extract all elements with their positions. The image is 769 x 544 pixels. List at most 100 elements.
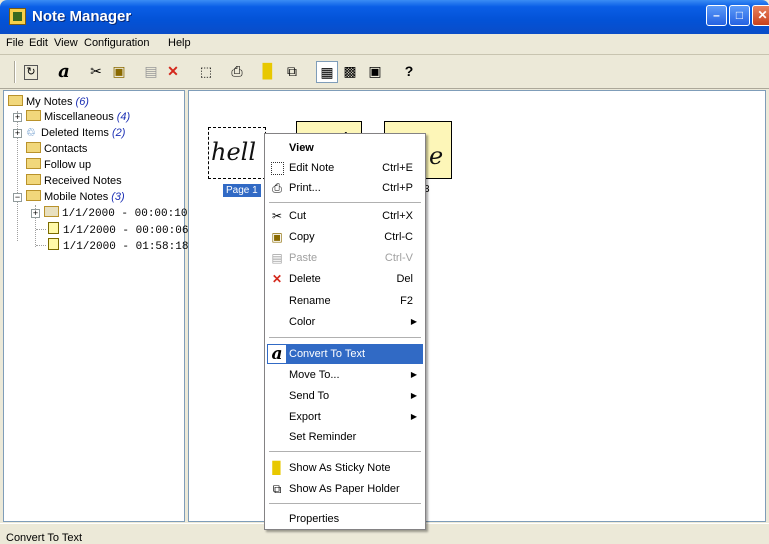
delete-icon[interactable]: ✕ bbox=[164, 63, 182, 80]
title-bar: Note Manager – □ ✕ bbox=[0, 0, 769, 34]
help-icon[interactable]: ? bbox=[400, 63, 418, 80]
print-icon[interactable]: ⎙ bbox=[228, 63, 246, 80]
menu-edit-note[interactable]: Edit Note Ctrl+E bbox=[267, 158, 423, 178]
folder-icon bbox=[26, 110, 41, 121]
tree-item-follow-up[interactable]: Follow up bbox=[26, 158, 91, 172]
close-button[interactable]: ✕ bbox=[752, 5, 769, 26]
expand-toggle[interactable]: + bbox=[31, 209, 40, 218]
menu-properties[interactable]: Properties bbox=[267, 509, 423, 529]
menu-paste[interactable]: ▤ Paste Ctrl-V bbox=[267, 248, 423, 268]
tree-item-note-2[interactable]: 1/1/2000 - 00:00:06 bbox=[48, 222, 188, 237]
submenu-arrow-icon: ▶ bbox=[410, 370, 417, 379]
menu-label: Set Reminder bbox=[289, 431, 357, 443]
tree-line bbox=[36, 229, 46, 230]
menu-print[interactable]: ⎙ Print... Ctrl+P bbox=[267, 178, 423, 198]
submenu-arrow-icon: ▶ bbox=[410, 412, 417, 421]
copy-icon[interactable]: ▣ bbox=[110, 63, 128, 80]
sticky-note-icon[interactable]: ▉ bbox=[259, 63, 277, 80]
paste-icon[interactable]: ▤ bbox=[142, 63, 160, 80]
sync-icon[interactable]: ↻ bbox=[24, 65, 38, 80]
thumbnail-view-icon[interactable]: ▦ bbox=[316, 61, 338, 83]
handwriting: hell bbox=[211, 138, 257, 166]
menu-header-view[interactable]: View bbox=[267, 138, 423, 158]
single-view-icon[interactable]: ▣ bbox=[366, 63, 384, 80]
app-icon bbox=[9, 8, 26, 25]
menu-set-reminder[interactable]: Set Reminder bbox=[267, 427, 423, 447]
toolbar-separator bbox=[14, 61, 16, 83]
menu-delete[interactable]: ✕ Delete Del bbox=[267, 269, 423, 289]
open-folder-icon bbox=[44, 206, 59, 217]
tree-item-label: Deleted Items bbox=[41, 127, 109, 139]
paper-holder-icon[interactable]: ⧉ bbox=[283, 63, 301, 80]
grid-view-icon[interactable]: ▩ bbox=[341, 63, 359, 80]
collapse-toggle[interactable]: − bbox=[13, 193, 22, 202]
menu-color[interactable]: Color ▶ bbox=[267, 312, 423, 332]
expand-toggle[interactable]: + bbox=[13, 113, 22, 122]
menu-show-as-paper-holder[interactable]: ⧉ Show As Paper Holder bbox=[267, 479, 423, 499]
tree-item-label: My Notes bbox=[26, 96, 73, 108]
menu-export[interactable]: Export ▶ bbox=[267, 407, 423, 427]
note-icon bbox=[48, 222, 59, 234]
menu-label: Send To bbox=[289, 390, 330, 402]
menu-copy[interactable]: ▣ Copy Ctrl-C bbox=[267, 227, 423, 247]
menu-label: Show As Sticky Note bbox=[289, 462, 391, 474]
menu-convert-to-text[interactable]: a Convert To Text bbox=[267, 344, 423, 364]
handwriting: e bbox=[429, 142, 444, 170]
cut-icon: ✂ bbox=[271, 209, 283, 223]
minimize-button[interactable]: – bbox=[706, 5, 727, 26]
menu-help[interactable]: Help bbox=[168, 37, 191, 49]
menu-cut[interactable]: ✂ Cut Ctrl+X bbox=[267, 206, 423, 226]
tree-item-note-1[interactable]: 1/1/2000 - 00:00:10 ( bbox=[44, 206, 201, 220]
menu-shortcut: Ctrl+E bbox=[382, 162, 413, 174]
note-icon bbox=[48, 238, 59, 250]
menu-label: Paste bbox=[289, 252, 318, 264]
menu-view[interactable]: View bbox=[54, 37, 78, 49]
expand-toggle[interactable]: + bbox=[13, 129, 22, 138]
window-title: Note Manager bbox=[32, 8, 132, 25]
note-thumbnail-1[interactable]: hell bbox=[208, 127, 266, 179]
tree-item-deleted-items[interactable]: ♲ Deleted Items (2) bbox=[26, 126, 125, 140]
menu-rename[interactable]: Rename F2 bbox=[267, 291, 423, 311]
maximize-button[interactable]: □ bbox=[729, 5, 750, 26]
tree-item-count: (3) bbox=[111, 191, 125, 203]
paper-holder-icon: ⧉ bbox=[272, 482, 282, 496]
recycle-icon: ♲ bbox=[26, 127, 36, 139]
tree-item-label: Contacts bbox=[44, 143, 88, 155]
tree-item-miscellaneous[interactable]: Miscellaneous (4) bbox=[26, 110, 130, 124]
tree-item-label: Received Notes bbox=[44, 175, 122, 187]
submenu-arrow-icon: ▶ bbox=[410, 391, 417, 400]
menu-move-to[interactable]: Move To... ▶ bbox=[267, 365, 423, 385]
tree-item-label: Mobile Notes bbox=[44, 191, 109, 203]
menu-separator bbox=[269, 337, 421, 338]
menu-label: Show As Paper Holder bbox=[289, 483, 400, 495]
menu-show-as-sticky-note[interactable]: ▉ Show As Sticky Note bbox=[267, 458, 423, 478]
tree-item-received-notes[interactable]: Received Notes bbox=[26, 174, 122, 188]
menu-label: Delete bbox=[289, 273, 321, 285]
menu-label: Export bbox=[289, 411, 321, 423]
convert-text-icon[interactable]: a bbox=[55, 63, 73, 81]
menu-file[interactable]: File bbox=[6, 37, 24, 49]
menu-configuration[interactable]: Configuration bbox=[84, 37, 149, 49]
menu-shortcut: Ctrl+X bbox=[382, 210, 413, 222]
sticky-note-icon: ▉ bbox=[272, 461, 282, 475]
tree-item-contacts[interactable]: Contacts bbox=[26, 142, 87, 156]
submenu-arrow-icon: ▶ bbox=[410, 317, 417, 326]
menu-edit[interactable]: Edit bbox=[29, 37, 48, 49]
tree-item-mobile-notes[interactable]: Mobile Notes (3) bbox=[26, 190, 125, 204]
select-icon[interactable]: ⬚ bbox=[197, 63, 215, 80]
folder-tree[interactable]: My Notes (6) + Miscellaneous (4) + ♲ Dele… bbox=[3, 90, 201, 522]
status-text: Convert To Text bbox=[6, 532, 83, 544]
copy-icon: ▣ bbox=[271, 230, 283, 244]
menu-shortcut: Del bbox=[396, 273, 413, 285]
menu-send-to[interactable]: Send To ▶ bbox=[267, 386, 423, 406]
thumbnail-label-page-1[interactable]: Page 1 bbox=[223, 184, 261, 197]
cut-icon[interactable]: ✂ bbox=[87, 63, 105, 80]
tree-item-note-3[interactable]: 1/1/2000 - 01:58:18 bbox=[48, 238, 188, 253]
select-icon bbox=[271, 162, 284, 175]
tree-root-my-notes[interactable]: My Notes (6) bbox=[8, 95, 89, 109]
print-icon: ⎙ bbox=[272, 181, 282, 195]
folder-icon bbox=[26, 190, 41, 201]
menu-label: Cut bbox=[289, 210, 307, 222]
folder-icon bbox=[26, 174, 41, 185]
context-menu: View Edit Note Ctrl+E ⎙ Print... Ctrl+P … bbox=[264, 133, 426, 530]
